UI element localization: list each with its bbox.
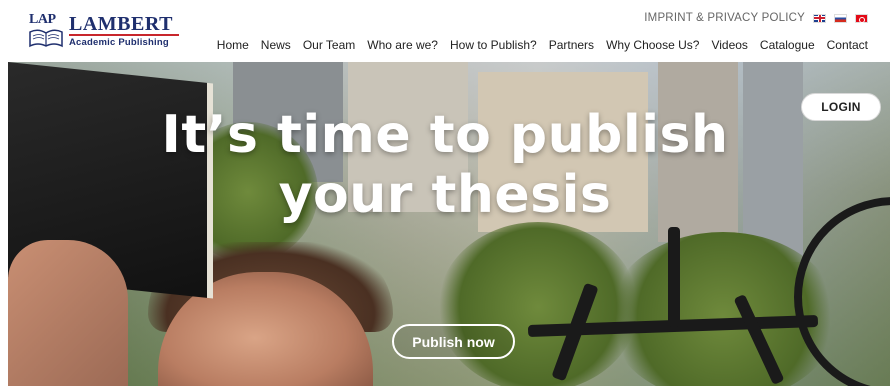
russia-flag-icon[interactable] [834,13,847,23]
logo-title: LAMBERT [69,13,173,35]
open-book-icon [29,29,63,48]
top-utility-bar: IMPRINT & PRIVACY POLICY [644,12,868,24]
site-header: LAP LAMBERT Academic Publishing IMPRINT … [0,0,890,62]
nav-our-team[interactable]: Our Team [297,38,361,52]
nav-videos[interactable]: Videos [705,38,753,52]
nav-why-choose-us[interactable]: Why Choose Us? [600,38,705,52]
nav-how-to-publish[interactable]: How to Publish? [444,38,543,52]
hero-headline-line2: your thesis [278,165,612,225]
lap-badge-icon: LAP [26,12,66,50]
nav-news[interactable]: News [255,38,297,52]
nav-partners[interactable]: Partners [543,38,600,52]
main-nav: Home News Our Team Who are we? How to Pu… [211,38,874,52]
hero-headline: It’s time to publish your thesis [0,105,890,225]
publish-now-button[interactable]: Publish now [392,324,515,359]
logo-divider [69,34,179,36]
uk-flag-icon[interactable] [813,13,826,23]
nav-home[interactable]: Home [211,38,255,52]
nav-catalogue[interactable]: Catalogue [754,38,821,52]
lambert-logo[interactable]: LAP LAMBERT Academic Publishing [26,12,181,52]
nav-contact[interactable]: Contact [821,38,874,52]
hero-headline-line1: It’s time to publish [161,105,729,165]
logo-badge-text: LAP [29,12,56,27]
nav-who-are-we[interactable]: Who are we? [361,38,444,52]
imprint-privacy-link[interactable]: IMPRINT & PRIVACY POLICY [644,12,805,24]
turkey-flag-icon[interactable] [855,13,868,23]
person-hand [8,240,128,386]
logo-subtitle: Academic Publishing [69,37,169,48]
